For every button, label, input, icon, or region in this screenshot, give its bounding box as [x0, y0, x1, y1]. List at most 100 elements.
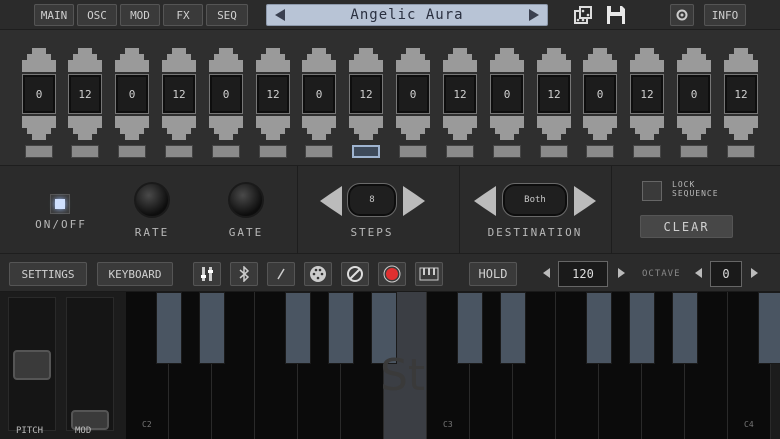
step-value[interactable]: 12: [256, 74, 290, 114]
step-up-icon[interactable]: [677, 48, 711, 72]
step-value[interactable]: 0: [302, 74, 336, 114]
gate-knob[interactable]: [228, 182, 264, 218]
step-value[interactable]: 12: [630, 74, 664, 114]
step-down-icon[interactable]: [677, 116, 711, 140]
panic-button[interactable]: [341, 262, 369, 286]
mod-wheel[interactable]: [66, 297, 114, 431]
black-key[interactable]: [672, 292, 698, 364]
step-down-icon[interactable]: [490, 116, 524, 140]
pitch-wheel-handle[interactable]: [13, 350, 51, 380]
step-value[interactable]: 0: [677, 74, 711, 114]
tab-mod[interactable]: MOD: [120, 4, 160, 26]
step-led[interactable]: [633, 145, 661, 158]
settings-gear-button[interactable]: [670, 4, 694, 26]
destination-prev-icon[interactable]: [474, 186, 496, 216]
step-led[interactable]: [259, 145, 287, 158]
step-value[interactable]: 12: [68, 74, 102, 114]
step-led[interactable]: [399, 145, 427, 158]
step-led[interactable]: [352, 145, 380, 158]
step-led[interactable]: [586, 145, 614, 158]
step-up-icon[interactable]: [583, 48, 617, 72]
step-up-icon[interactable]: [115, 48, 149, 72]
black-key[interactable]: [199, 292, 225, 364]
step-down-icon[interactable]: [162, 116, 196, 140]
destination-value[interactable]: Both: [502, 183, 568, 217]
step-up-icon[interactable]: [443, 48, 477, 72]
step-led[interactable]: [305, 145, 333, 158]
bpm-increase-icon[interactable]: [618, 268, 625, 278]
step-up-icon[interactable]: [68, 48, 102, 72]
step-down-icon[interactable]: [349, 116, 383, 140]
step-up-icon[interactable]: [630, 48, 664, 72]
black-key[interactable]: [629, 292, 655, 364]
step-led[interactable]: [680, 145, 708, 158]
step-up-icon[interactable]: [22, 48, 56, 72]
onoff-toggle[interactable]: [50, 194, 70, 214]
piano-button[interactable]: [415, 262, 443, 286]
dice-icon[interactable]: [573, 5, 593, 25]
step-down-icon[interactable]: [396, 116, 430, 140]
black-key[interactable]: [758, 292, 780, 364]
settings-button[interactable]: SETTINGS: [9, 262, 87, 286]
step-value[interactable]: 12: [537, 74, 571, 114]
step-down-icon[interactable]: [22, 116, 56, 140]
steps-decrease-icon[interactable]: [320, 186, 342, 216]
step-led[interactable]: [540, 145, 568, 158]
pitch-wheel[interactable]: [8, 297, 56, 431]
black-key[interactable]: [328, 292, 354, 364]
step-value[interactable]: 0: [396, 74, 430, 114]
step-up-icon[interactable]: [349, 48, 383, 72]
step-led[interactable]: [727, 145, 755, 158]
step-value[interactable]: 12: [724, 74, 758, 114]
black-key[interactable]: [586, 292, 612, 364]
step-down-icon[interactable]: [537, 116, 571, 140]
steps-value[interactable]: 8: [347, 183, 397, 217]
octave-value[interactable]: 0: [710, 261, 742, 287]
bluetooth-button[interactable]: [230, 262, 258, 286]
tab-main[interactable]: MAIN: [34, 4, 74, 26]
preset-prev-icon[interactable]: [275, 9, 285, 21]
black-key[interactable]: [285, 292, 311, 364]
hold-button[interactable]: HOLD: [469, 262, 517, 286]
octave-decrease-icon[interactable]: [695, 268, 702, 278]
black-key[interactable]: [156, 292, 182, 364]
record-button[interactable]: [378, 262, 406, 286]
preset-name[interactable]: Angelic Aura: [295, 5, 519, 25]
step-up-icon[interactable]: [396, 48, 430, 72]
clear-button[interactable]: CLEAR: [640, 215, 733, 238]
step-up-icon[interactable]: [209, 48, 243, 72]
midi-button[interactable]: [304, 262, 332, 286]
tab-osc[interactable]: OSC: [77, 4, 117, 26]
step-up-icon[interactable]: [724, 48, 758, 72]
sliders-button[interactable]: [193, 262, 221, 286]
step-led[interactable]: [212, 145, 240, 158]
step-down-icon[interactable]: [583, 116, 617, 140]
step-value[interactable]: 0: [115, 74, 149, 114]
step-down-icon[interactable]: [256, 116, 290, 140]
step-led[interactable]: [493, 145, 521, 158]
step-up-icon[interactable]: [256, 48, 290, 72]
step-led[interactable]: [71, 145, 99, 158]
step-down-icon[interactable]: [630, 116, 664, 140]
lock-sequence-checkbox[interactable]: [642, 181, 662, 201]
black-key[interactable]: [457, 292, 483, 364]
black-key[interactable]: [500, 292, 526, 364]
step-value[interactable]: 0: [209, 74, 243, 114]
preset-next-icon[interactable]: [529, 9, 539, 21]
octave-increase-icon[interactable]: [751, 268, 758, 278]
keyboard-button[interactable]: KEYBOARD: [97, 262, 173, 286]
step-up-icon[interactable]: [490, 48, 524, 72]
step-down-icon[interactable]: [443, 116, 477, 140]
pen-button[interactable]: [267, 262, 295, 286]
step-down-icon[interactable]: [68, 116, 102, 140]
rate-knob[interactable]: [134, 182, 170, 218]
step-down-icon[interactable]: [115, 116, 149, 140]
step-value[interactable]: 0: [583, 74, 617, 114]
step-down-icon[interactable]: [302, 116, 336, 140]
step-value[interactable]: 12: [162, 74, 196, 114]
step-up-icon[interactable]: [162, 48, 196, 72]
step-led[interactable]: [446, 145, 474, 158]
bpm-decrease-icon[interactable]: [543, 268, 550, 278]
step-value[interactable]: 12: [443, 74, 477, 114]
step-led[interactable]: [165, 145, 193, 158]
